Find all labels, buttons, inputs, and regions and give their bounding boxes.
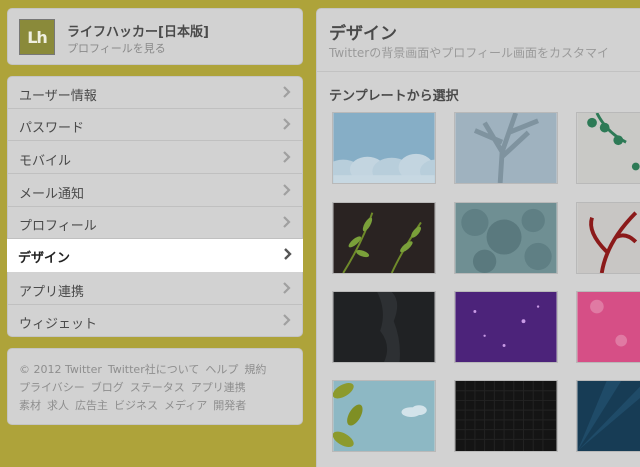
chevron-right-icon <box>284 248 292 260</box>
template-clouds[interactable] <box>332 112 436 184</box>
template-tree-silhouette[interactable] <box>454 112 558 184</box>
footer-link[interactable]: プライバシー <box>19 381 85 394</box>
nav-item-label: アプリ連携 <box>19 285 85 300</box>
panel-header: デザイン Twitterの背景画面やプロフィール画面をカスタマイ <box>317 9 640 72</box>
nav-item-profile[interactable]: プロフィール <box>8 207 302 239</box>
footer-link[interactable]: ビジネス <box>114 399 158 412</box>
splatter-thumbnail <box>333 292 435 362</box>
footer-link[interactable]: 素材 <box>19 399 41 412</box>
copyright-text: © 2012 Twitter <box>19 363 102 376</box>
tree-thumbnail <box>455 113 557 183</box>
nav-item-label: ユーザー情報 <box>19 89 97 104</box>
avatar-logo-text: Lh <box>27 27 48 47</box>
template-red-plant[interactable] <box>576 202 640 274</box>
settings-nav: ユーザー情報 パスワード モバイル メール通知 プロフィール デザイン アプリ連… <box>7 76 303 337</box>
nav-item-apps[interactable]: アプリ連携 <box>8 273 302 305</box>
nav-item-label: デザイン <box>18 251 71 266</box>
template-blue-rays[interactable] <box>576 380 640 452</box>
chevron-right-icon <box>283 151 291 163</box>
design-panel: デザイン Twitterの背景画面やプロフィール画面をカスタマイ テンプレートか… <box>316 8 640 467</box>
vines-thumbnail <box>577 113 640 183</box>
chevron-right-icon <box>283 86 291 98</box>
nav-item-password[interactable]: パスワード <box>8 109 302 141</box>
chevron-right-icon <box>283 314 291 326</box>
red-plant-thumbnail <box>577 203 640 273</box>
footer-link[interactable]: アプリ連携 <box>191 381 246 394</box>
section-title: テンプレートから選択 <box>329 89 459 104</box>
leaf-branches-thumbnail <box>333 203 435 273</box>
footer-link[interactable]: 規約 <box>244 363 266 376</box>
nav-item-label: プロフィール <box>19 219 97 234</box>
page-title: デザイン <box>329 24 397 44</box>
footer-line: © 2012 Twitter Twitter社について ヘルプ 規約 <box>19 361 272 379</box>
nav-item-mobile[interactable]: モバイル <box>8 142 302 174</box>
footer-links: © 2012 Twitter Twitter社について ヘルプ 規約 プライバシー ブロ… <box>7 348 303 425</box>
footer-link[interactable]: 開発者 <box>213 399 246 412</box>
template-leaves-sky[interactable] <box>332 380 436 452</box>
chevron-right-icon <box>283 216 291 228</box>
footer-link[interactable]: ヘルプ <box>205 363 238 376</box>
footer-link[interactable]: 広告主 <box>75 399 108 412</box>
footer-link[interactable]: メディア <box>164 399 207 412</box>
template-dark-splatter[interactable] <box>332 291 436 363</box>
nav-item-design[interactable]: デザイン <box>7 239 303 272</box>
honeycomb-thumbnail <box>455 381 557 451</box>
footer-link[interactable]: 求人 <box>47 399 69 412</box>
foliage-thumbnail <box>455 203 557 273</box>
nav-item-label: メール通知 <box>19 187 85 202</box>
profile-card[interactable]: Lh ライフハッカー[日本版] プロフィールを見る <box>7 8 303 65</box>
leaves-sky-thumbnail <box>333 381 435 451</box>
footer-link[interactable]: Twitter社について <box>108 363 200 376</box>
nav-item-label: ウィジェット <box>19 317 98 332</box>
nav-item-label: モバイル <box>19 154 72 169</box>
template-leaf-branches[interactable] <box>332 202 436 274</box>
footer-link[interactable]: ブログ <box>91 381 124 394</box>
template-teal-foliage[interactable] <box>454 202 558 274</box>
view-profile-link[interactable]: プロフィールを見る <box>67 40 166 56</box>
footer-line: プライバシー ブログ ステータス アプリ連携 <box>19 379 272 397</box>
template-purple-sparkle[interactable] <box>454 291 558 363</box>
sparkle-thumbnail <box>455 292 557 362</box>
chevron-right-icon <box>283 282 291 294</box>
clouds-thumbnail <box>333 113 435 183</box>
template-pink-flowers[interactable] <box>576 291 640 363</box>
template-green-vines[interactable] <box>576 112 640 184</box>
template-black-honeycomb[interactable] <box>454 380 558 452</box>
chevron-right-icon <box>283 184 291 196</box>
nav-item-widgets[interactable]: ウィジェット <box>8 305 302 337</box>
nav-item-account[interactable]: ユーザー情報 <box>8 77 302 109</box>
nav-item-notifications[interactable]: メール通知 <box>8 175 302 207</box>
nav-item-label: パスワード <box>19 121 85 136</box>
pink-flowers-thumbnail <box>577 292 640 362</box>
page-description: Twitterの背景画面やプロフィール画面をカスタマイ <box>329 46 609 60</box>
chevron-right-icon <box>283 118 291 130</box>
footer-link[interactable]: ステータス <box>130 381 185 394</box>
avatar[interactable]: Lh <box>19 19 55 55</box>
footer-line: 素材 求人 広告主 ビジネス メディア 開発者 <box>19 397 272 415</box>
profile-name: ライフハッカー[日本版] <box>67 25 209 40</box>
blue-rays-thumbnail <box>577 381 640 451</box>
